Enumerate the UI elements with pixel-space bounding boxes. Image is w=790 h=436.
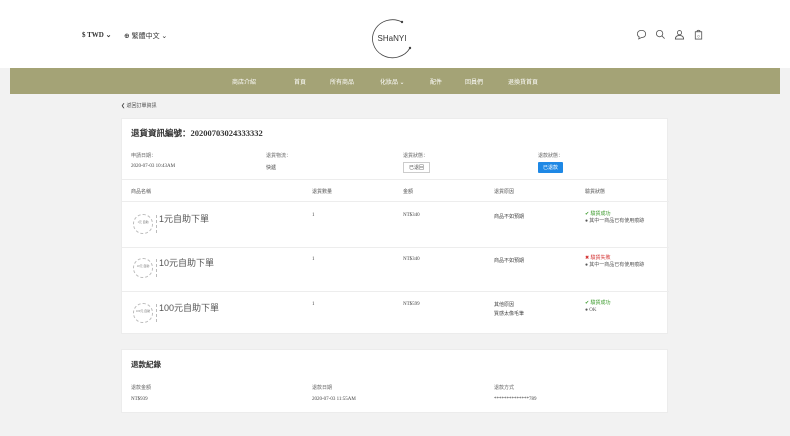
product-name[interactable]: 10元自助下單 (159, 256, 214, 269)
apply-date-value: 2020-07-03 10:43AM (131, 164, 176, 169)
product-thumbnail[interactable]: 100元 自助 (133, 303, 153, 323)
return-reason: 商品不如預期 (494, 259, 525, 264)
user-icon[interactable] (674, 29, 685, 40)
amount: NT$599 (403, 302, 420, 307)
logistics-value: 快遞 (266, 166, 277, 171)
nav-item-about[interactable]: 商店介紹 (232, 77, 256, 86)
refund-date-value: 2020-07-03 11:55AM (312, 397, 356, 402)
comment-icon: ● (585, 308, 589, 313)
language-selector[interactable]: ⊕ 繁體中文 ⌄ (124, 31, 167, 41)
chevron-left-icon: ❮ (121, 104, 126, 109)
currency-selector[interactable]: $ TWD ⌄ (82, 31, 111, 39)
return-status-badge: 已退回 (403, 162, 431, 173)
product-name[interactable]: 100元自助下單 (159, 301, 219, 314)
return-info-title: 退貨資訊編號：20200703024333332 (131, 128, 263, 138)
nav-item-accessories[interactable]: 配件 (430, 77, 442, 86)
site-logo[interactable]: SHaNYI (366, 18, 418, 62)
return-qty: 1 (312, 302, 315, 307)
col-header-inspection: 驗貨狀態 (585, 190, 606, 195)
main-nav: 商店介紹 首頁 所有商品 化妝品 ⌄ 配件 回員們 退換貨首頁 (10, 68, 780, 94)
product-thumbnail[interactable]: 10元 自助 (133, 258, 153, 278)
refund-method-label: 退款方式 (494, 386, 515, 391)
comment-icon: ● (585, 219, 589, 224)
product-name[interactable]: 1元自助下單 (159, 212, 209, 225)
x-icon: ✖ (585, 256, 590, 261)
product-thumbnail[interactable]: 1元 自助 (133, 214, 153, 234)
refund-record-card: 退款紀錄 退款金額 NT$939 退款日期 2020-07-03 11:55AM… (121, 349, 668, 413)
return-reason-detail: 質感太像毛筆 (494, 312, 525, 317)
refund-date-label: 退款日期 (312, 386, 333, 391)
back-link[interactable]: ❮ 返回訂單資訊 (121, 102, 156, 109)
nav-item-members[interactable]: 回員們 (465, 77, 483, 86)
chat-icon[interactable] (636, 29, 647, 40)
refund-status-label: 退款狀態： (538, 154, 564, 159)
refund-status-badge: 已退款 (538, 162, 564, 173)
col-header-product: 商品名稱 (131, 190, 152, 195)
refund-record-title: 退款紀錄 (131, 360, 161, 369)
globe-icon: ⊕ (124, 32, 130, 40)
return-reason: 其他原因 質感太像毛筆 (494, 303, 525, 317)
return-reason: 商品不如預期 (494, 215, 525, 220)
amount: NT$340 (403, 257, 420, 262)
logistics-label: 退貨物流： (266, 154, 292, 159)
nav-item-cosmetics[interactable]: 化妝品 ⌄ (380, 77, 405, 86)
site-header: $ TWD ⌄ ⊕ 繁體中文 ⌄ SHaNYI 0 (0, 0, 790, 68)
search-icon[interactable] (655, 29, 666, 40)
inspection-status: ✔ 驗貨成功 ● 其中一商品已有使用痕跡 (585, 212, 645, 224)
return-qty: 1 (312, 257, 315, 262)
col-header-reason: 退貨原因 (494, 190, 515, 195)
check-icon: ✔ (585, 212, 590, 217)
thumb-divider (156, 259, 157, 277)
divider (122, 291, 669, 292)
divider (122, 179, 669, 180)
refund-amount-label: 退款金額 (131, 386, 152, 391)
amount: NT$340 (403, 213, 420, 218)
col-header-amount: 金額 (403, 190, 414, 195)
thumb-divider (156, 215, 157, 233)
thumb-divider (156, 304, 157, 322)
return-status-label: 退貨狀態： (403, 154, 429, 159)
refund-amount-value: NT$939 (131, 397, 148, 402)
cart-icon[interactable]: 0 (693, 29, 704, 40)
inspection-status: ✔ 驗貨成功 ● OK (585, 301, 611, 313)
col-header-qty: 退貨數量 (312, 190, 333, 195)
nav-item-home[interactable]: 首頁 (294, 77, 306, 86)
divider (122, 247, 669, 248)
divider (122, 201, 669, 202)
apply-date-label: 申請日期： (131, 154, 157, 159)
logo-text: SHaNYI (377, 34, 407, 43)
header-icons: 0 (636, 29, 704, 40)
nav-item-returns-home[interactable]: 退換貨首頁 (508, 77, 538, 86)
inspection-status: ✖ 驗貨失敗 ● 其中一商品已有使用痕跡 (585, 256, 645, 268)
check-icon: ✔ (585, 301, 590, 306)
svg-text:0: 0 (697, 34, 699, 38)
refund-method-value: **************789 (494, 397, 537, 402)
nav-item-all-products[interactable]: 所有商品 (330, 77, 354, 86)
comment-icon: ● (585, 263, 589, 268)
return-info-card: 退貨資訊編號：20200703024333332 申請日期： 2020-07-0… (121, 118, 669, 334)
return-qty: 1 (312, 213, 315, 218)
